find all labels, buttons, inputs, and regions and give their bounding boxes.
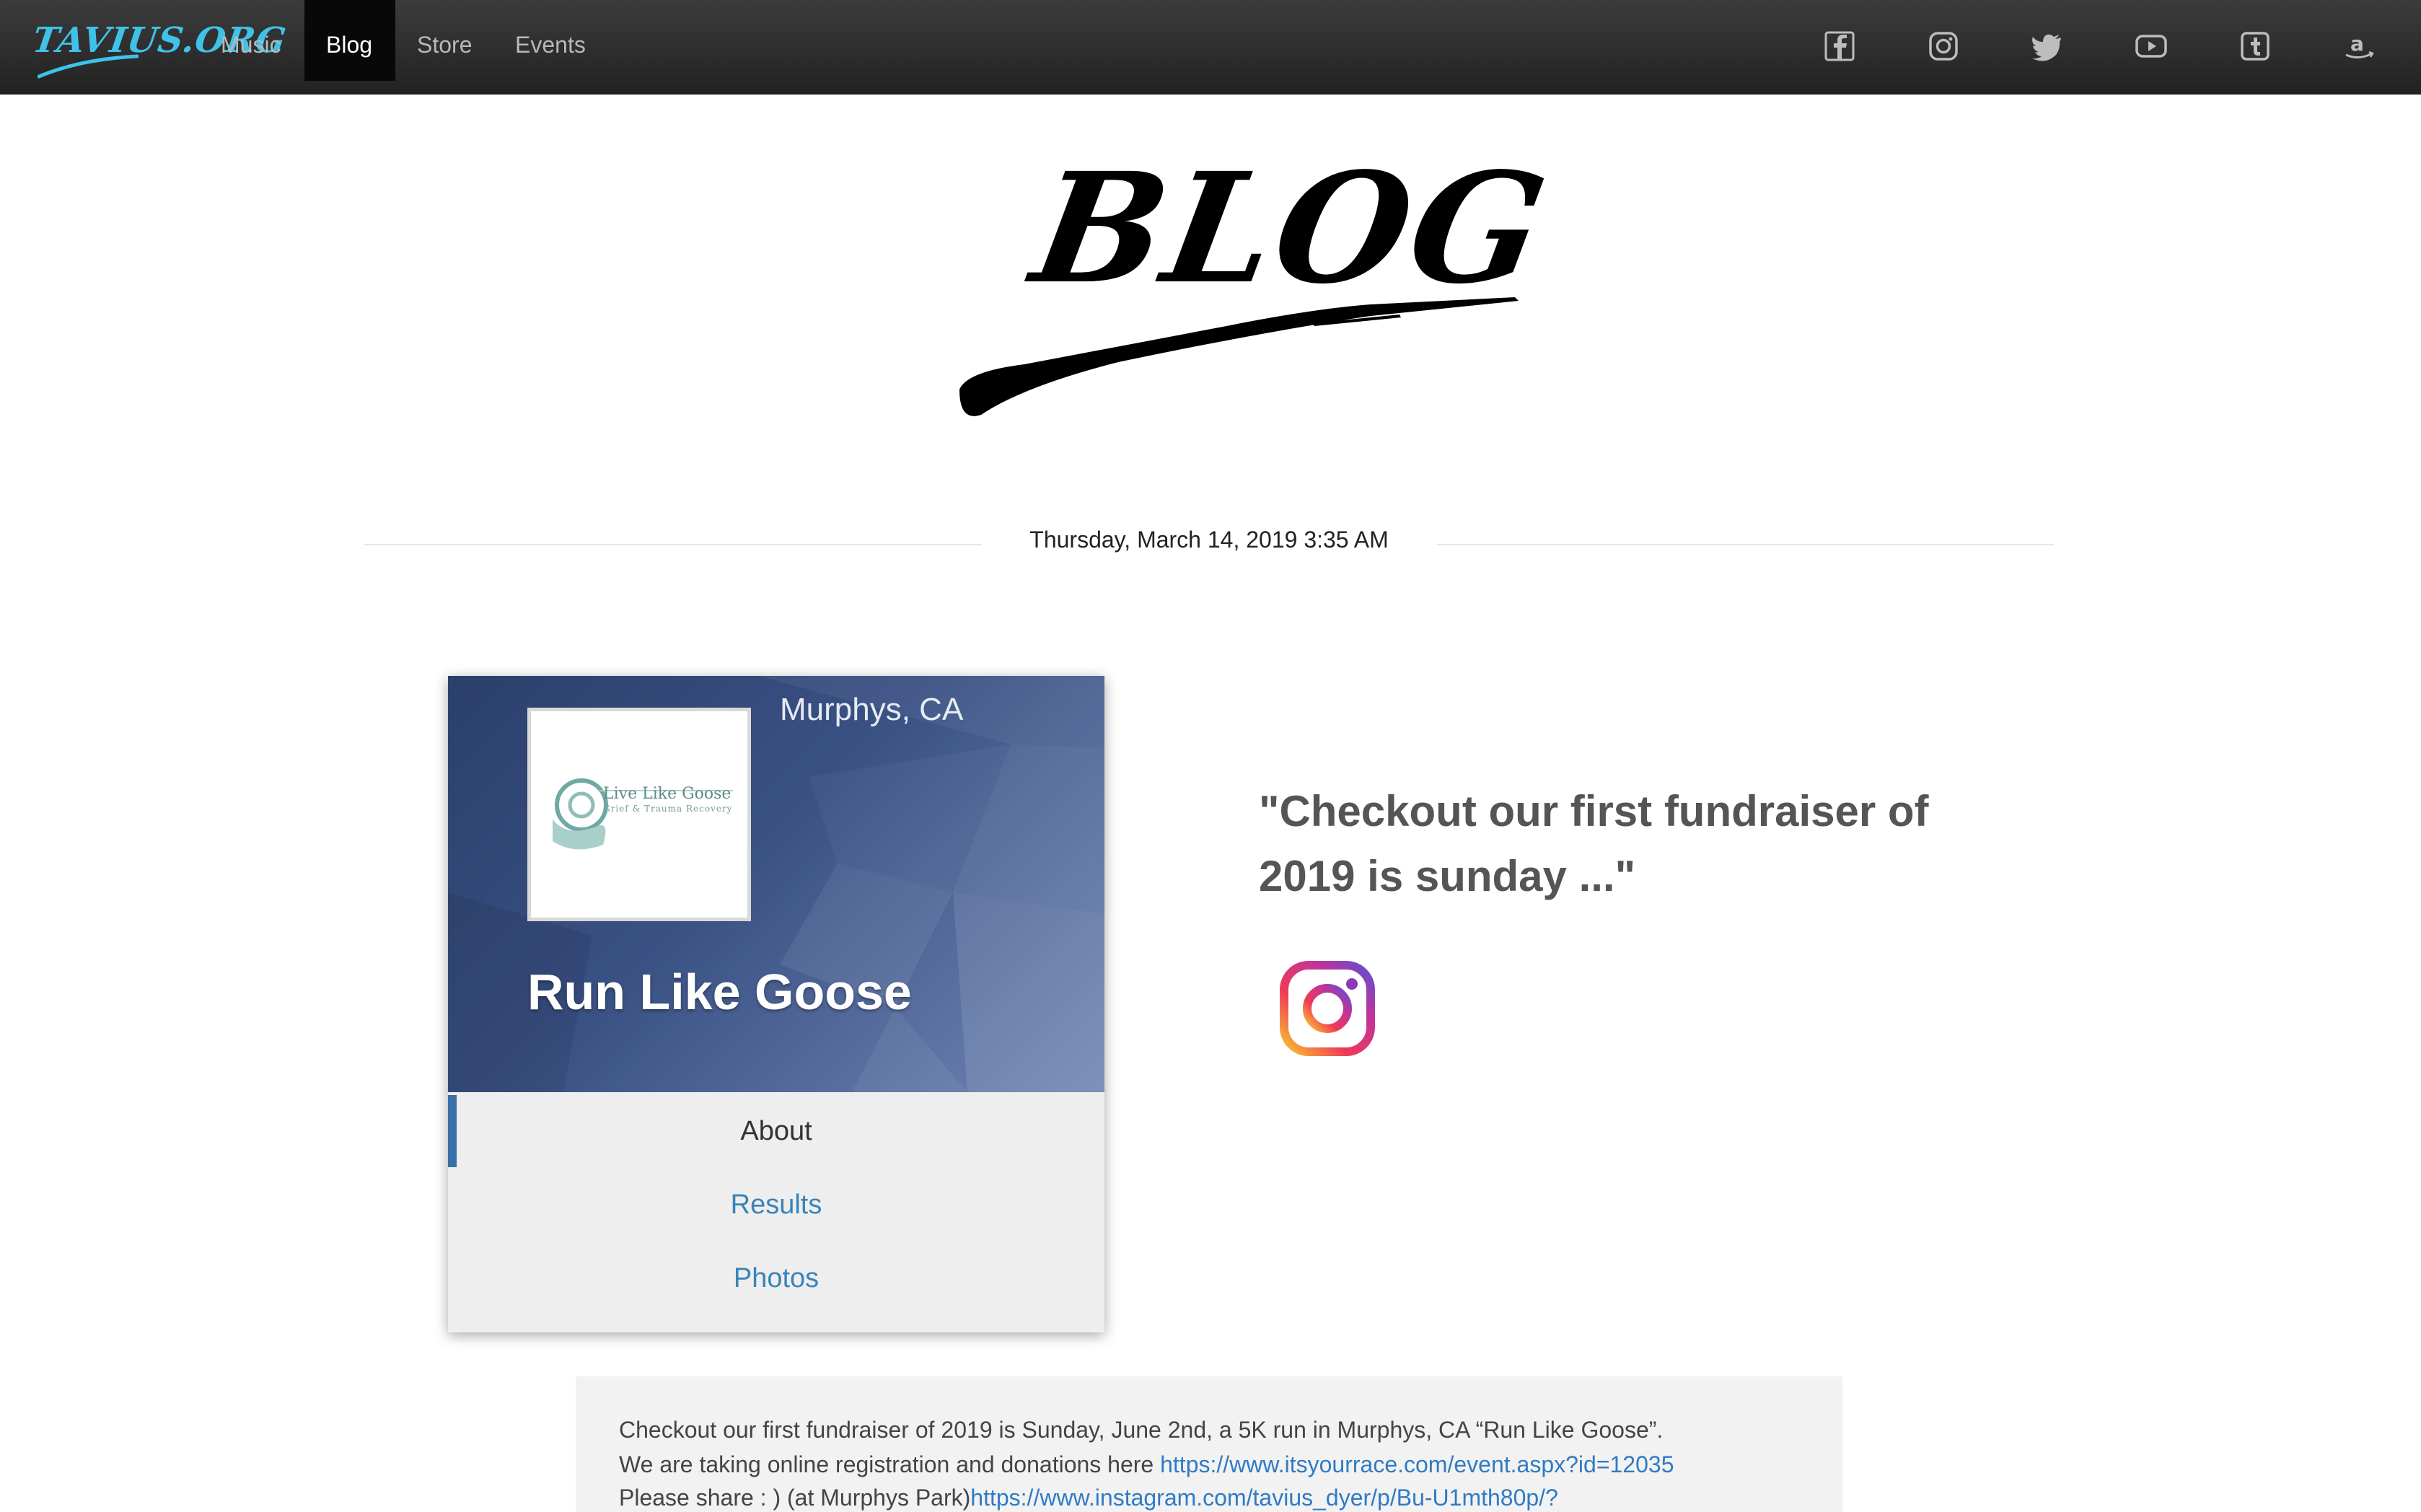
logo-text: Live Like Goose — [603, 785, 731, 803]
tab-photos[interactable]: Photos — [448, 1242, 1104, 1314]
caption-line-2: We are taking online registration and do… — [619, 1451, 1674, 1478]
date-divider-right — [1437, 544, 2054, 545]
top-navbar: TAVIUS.ORG Music Blog Store Events a — [0, 0, 2421, 94]
card-banner: Murphys, CA Live Like Goose Grief & Trau… — [448, 676, 1104, 1092]
tumblr-icon[interactable] — [2236, 27, 2274, 65]
instagram-post-link[interactable]: https://www.instagram.com/tavius_dyer/p/… — [970, 1485, 1558, 1511]
goose-logo-icon — [553, 778, 733, 850]
logo-subtext: Grief & Trauma Recovery — [603, 804, 733, 814]
caption-line-3: Please share : ) (at Murphys Park)https:… — [619, 1485, 1558, 1511]
tab-about[interactable]: About — [448, 1095, 1104, 1167]
post-caption: Checkout our first fundraiser of 2019 is… — [576, 1376, 1842, 1512]
blog-heading-text: BLOG — [1018, 139, 1544, 317]
facebook-icon[interactable] — [1821, 27, 1858, 65]
caption-line-3-text: Please share : ) (at Murphys Park) — [619, 1485, 971, 1511]
nav-store[interactable]: Store — [395, 0, 493, 81]
card-location: Murphys, CA — [780, 692, 964, 727]
registration-link[interactable]: https://www.itsyourrace.com/event.aspx?i… — [1160, 1451, 1674, 1477]
logo-swoosh — [38, 54, 139, 79]
event-embed-card[interactable]: Murphys, CA Live Like Goose Grief & Trau… — [448, 676, 1104, 1332]
event-logo: Live Like Goose Grief & Trauma Recovery — [527, 708, 751, 921]
svg-text:a: a — [2350, 32, 2364, 56]
nav-blog[interactable]: Blog — [304, 0, 395, 81]
instagram-source-icon[interactable] — [1277, 958, 1378, 1059]
brush-stroke: BLOG — [959, 139, 1560, 416]
youtube-icon[interactable] — [2132, 27, 2170, 65]
nav-events[interactable]: Events — [493, 0, 607, 81]
blog-heading: BLOG — [938, 137, 1560, 426]
caption-line-1: Checkout our first fundraiser of 2019 is… — [619, 1417, 1664, 1443]
twitter-icon[interactable] — [2029, 27, 2066, 65]
post-date: Thursday, March 14, 2019 3:35 AM — [1029, 527, 1389, 553]
nav-music[interactable]: Music — [199, 0, 303, 81]
tab-results[interactable]: Results — [448, 1169, 1104, 1241]
event-name: Run Like Goose — [527, 964, 912, 1020]
amazon-icon[interactable]: a — [2340, 27, 2378, 65]
date-divider-left — [364, 544, 981, 545]
card-tab-list: About Results Photos — [448, 1092, 1104, 1332]
caption-line-2-text: We are taking online registration and do… — [619, 1451, 1161, 1477]
instagram-icon[interactable] — [1925, 27, 1962, 65]
post-quote: "Checkout our first fundraiser of 2019 i… — [1259, 787, 1929, 900]
